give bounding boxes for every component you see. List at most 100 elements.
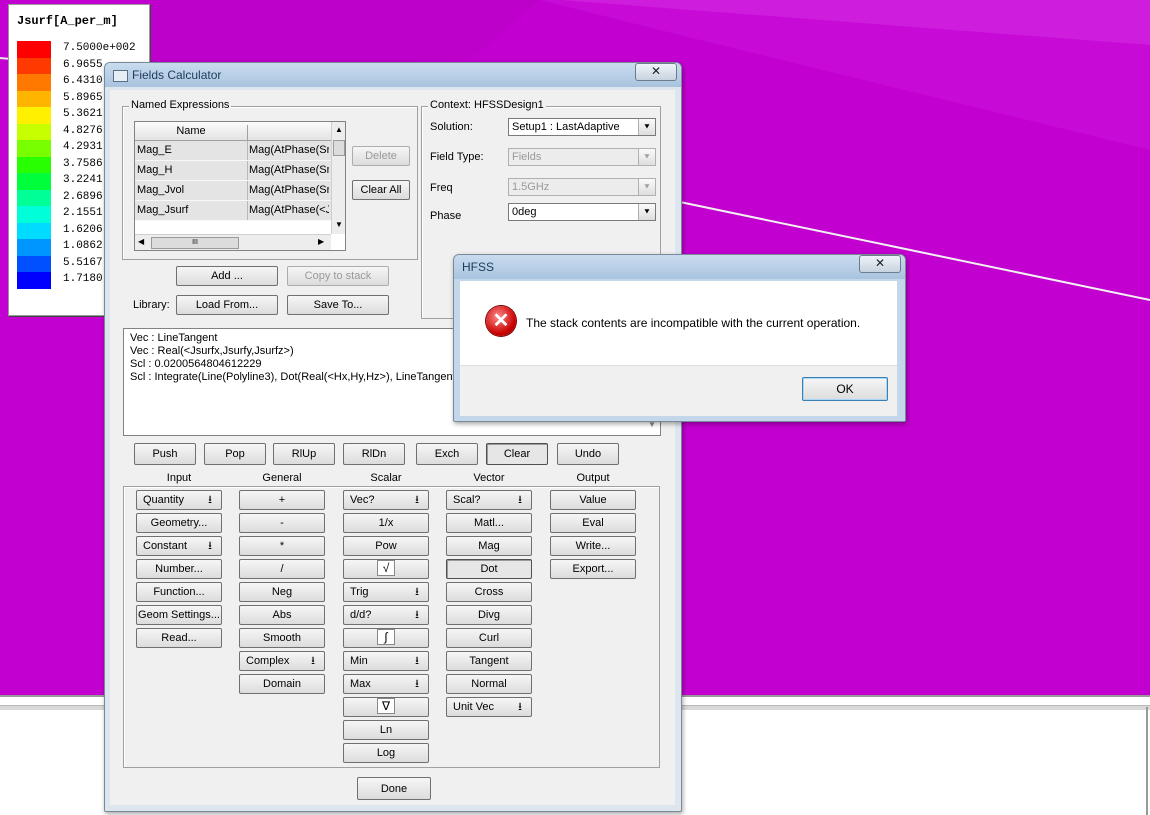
- legend-swatch: [17, 140, 51, 157]
- stack-entry[interactable]: Vec : LineTangent: [130, 332, 463, 345]
- undo-button[interactable]: Undo: [557, 443, 619, 465]
- exch-button[interactable]: Exch: [416, 443, 478, 465]
- integrate-button[interactable]: ∫: [343, 628, 429, 648]
- vector-matl-button[interactable]: Matl...: [446, 513, 532, 533]
- general--button[interactable]: /: [239, 559, 325, 579]
- vector-normal-button[interactable]: Normal: [446, 674, 532, 694]
- button-label: Pow: [375, 540, 397, 552]
- scroll-thumb[interactable]: [333, 140, 345, 156]
- delete-button[interactable]: Delete: [352, 146, 410, 166]
- table-row[interactable]: Mag_Jvol Mag(AtPhase(Sm: [135, 181, 331, 201]
- clear-button[interactable]: Clear: [486, 443, 548, 465]
- table-row[interactable]: Mag_Jsurf Mag(AtPhase(<J: [135, 201, 331, 221]
- sqrt-button[interactable]: √: [343, 559, 429, 579]
- general-domain-button[interactable]: Domain: [239, 674, 325, 694]
- fields-calculator-window[interactable]: Fields Calculator ✕ Named Expressions Na…: [104, 62, 682, 812]
- button-label: Unit Vec: [453, 701, 494, 713]
- dialog-close-button[interactable]: ✕: [859, 255, 901, 273]
- input-quantity-button[interactable]: Quantity ⭳: [136, 490, 222, 510]
- input-geom-settings-button[interactable]: Geom Settings...: [136, 605, 222, 625]
- scroll-up-icon[interactable]: ▲: [335, 125, 343, 134]
- push-button[interactable]: Push: [134, 443, 196, 465]
- stack-entry[interactable]: Scl : Integrate(Line(Polyline3), Dot(Rea…: [130, 371, 463, 384]
- pop-button[interactable]: Pop: [204, 443, 266, 465]
- named-expressions-table[interactable]: Name Mag_E Mag(AtPhase(Sm Mag_H Mag(AtPhase…: [134, 121, 346, 251]
- vector-tangent-button[interactable]: Tangent: [446, 651, 532, 671]
- scalar-max-button[interactable]: Max ⭳: [343, 674, 429, 694]
- add-expression-button[interactable]: Add ...: [176, 266, 278, 286]
- vector-divg-button[interactable]: Divg: [446, 605, 532, 625]
- dialog-title-bar[interactable]: [454, 255, 905, 279]
- output-value-button[interactable]: Value: [550, 490, 636, 510]
- scalar-ln-button[interactable]: Ln: [343, 720, 429, 740]
- vertical-scrollbar[interactable]: ▲ ▼: [331, 122, 345, 234]
- button-label: Abs: [272, 609, 292, 621]
- input-constant-button[interactable]: Constant ⭳: [136, 536, 222, 556]
- output-write-button[interactable]: Write...: [550, 536, 636, 556]
- input-read-button[interactable]: Read...: [136, 628, 222, 648]
- ok-button[interactable]: OK: [802, 377, 888, 401]
- table-row[interactable]: Mag_H Mag(AtPhase(Sm: [135, 161, 331, 181]
- horizontal-scrollbar[interactable]: ◀ III ▶: [135, 234, 331, 250]
- chevron-down-icon[interactable]: ⯆: [638, 119, 655, 135]
- stack-entry[interactable]: Vec : Real(<Jsurfx,Jsurfy,Jsurfz>): [130, 345, 463, 358]
- scalar-d-d-button[interactable]: d/d? ⭳: [343, 605, 429, 625]
- scroll-left-icon[interactable]: ◀: [138, 237, 144, 246]
- general--button[interactable]: *: [239, 536, 325, 556]
- legend-value: 4.2931: [63, 141, 103, 153]
- copy-to-stack-button[interactable]: Copy to stack: [287, 266, 389, 286]
- vector-curl-button[interactable]: Curl: [446, 628, 532, 648]
- chevron-down-icon[interactable]: ⯆: [638, 149, 655, 165]
- stack-entry[interactable]: Scl : 0.0200564804612229: [130, 358, 463, 371]
- vector-mag-button[interactable]: Mag: [446, 536, 532, 556]
- legend-value: 7.5000e+002: [63, 42, 136, 54]
- chevron-down-icon[interactable]: ⯆: [638, 179, 655, 195]
- table-row[interactable]: Mag_E Mag(AtPhase(Sm: [135, 141, 331, 161]
- general--button[interactable]: +: [239, 490, 325, 510]
- input-number-button[interactable]: Number...: [136, 559, 222, 579]
- rlup-button[interactable]: RlUp: [273, 443, 335, 465]
- save-to-button[interactable]: Save To...: [287, 295, 389, 315]
- done-button[interactable]: Done: [357, 777, 431, 800]
- scalar-trig-button[interactable]: Trig ⭳: [343, 582, 429, 602]
- column-header-name[interactable]: Name: [135, 125, 248, 140]
- output-eval-button[interactable]: Eval: [550, 513, 636, 533]
- scroll-thumb-horizontal[interactable]: III: [151, 237, 239, 249]
- vector-unit-vec-button[interactable]: Unit Vec ⭳: [446, 697, 532, 717]
- clear-all-button[interactable]: Clear All: [352, 180, 410, 200]
- gradient-button[interactable]: ∇: [343, 697, 429, 717]
- button-label: Export...: [572, 563, 614, 575]
- phase-select[interactable]: 0deg ⯆: [508, 203, 656, 221]
- scalar-log-button[interactable]: Log: [343, 743, 429, 763]
- general-neg-button[interactable]: Neg: [239, 582, 325, 602]
- load-from-button[interactable]: Load From...: [176, 295, 278, 315]
- scalar-1-x-button[interactable]: 1/x: [343, 513, 429, 533]
- output-export-button[interactable]: Export...: [550, 559, 636, 579]
- solution-select[interactable]: Setup1 : LastAdaptive ⯆: [508, 118, 656, 136]
- general-smooth-button[interactable]: Smooth: [239, 628, 325, 648]
- chevron-down-icon[interactable]: ⯆: [638, 204, 655, 220]
- button-label: Tangent: [469, 655, 509, 667]
- vector-dot-button[interactable]: Dot: [446, 559, 532, 579]
- field-type-select[interactable]: Fields ⯆: [508, 148, 656, 166]
- general--button[interactable]: -: [239, 513, 325, 533]
- scalar-vec-button[interactable]: Vec? ⭳: [343, 490, 429, 510]
- rldn-button[interactable]: RlDn: [343, 443, 405, 465]
- integrate-icon: ∫: [377, 629, 395, 645]
- input-function-button[interactable]: Function...: [136, 582, 222, 602]
- input-geometry-button[interactable]: Geometry...: [136, 513, 222, 533]
- vector-scal-button[interactable]: Scal? ⭳: [446, 490, 532, 510]
- scroll-right-icon[interactable]: ▶: [318, 237, 324, 246]
- close-button[interactable]: ✕: [635, 63, 677, 81]
- freq-select[interactable]: 1.5GHz ⯆: [508, 178, 656, 196]
- scroll-down-icon[interactable]: ▼: [335, 220, 343, 229]
- scalar-pow-button[interactable]: Pow: [343, 536, 429, 556]
- button-label: Write...: [575, 540, 611, 552]
- vector-cross-button[interactable]: Cross: [446, 582, 532, 602]
- error-dialog[interactable]: HFSS ✕ ✕ The stack contents are incompat…: [453, 254, 906, 422]
- general-abs-button[interactable]: Abs: [239, 605, 325, 625]
- general-complex-button[interactable]: Complex ⭳: [239, 651, 325, 671]
- scalar-min-button[interactable]: Min ⭳: [343, 651, 429, 671]
- button-label: 1/x: [378, 517, 394, 529]
- named-expressions-label: Named Expressions: [129, 99, 232, 111]
